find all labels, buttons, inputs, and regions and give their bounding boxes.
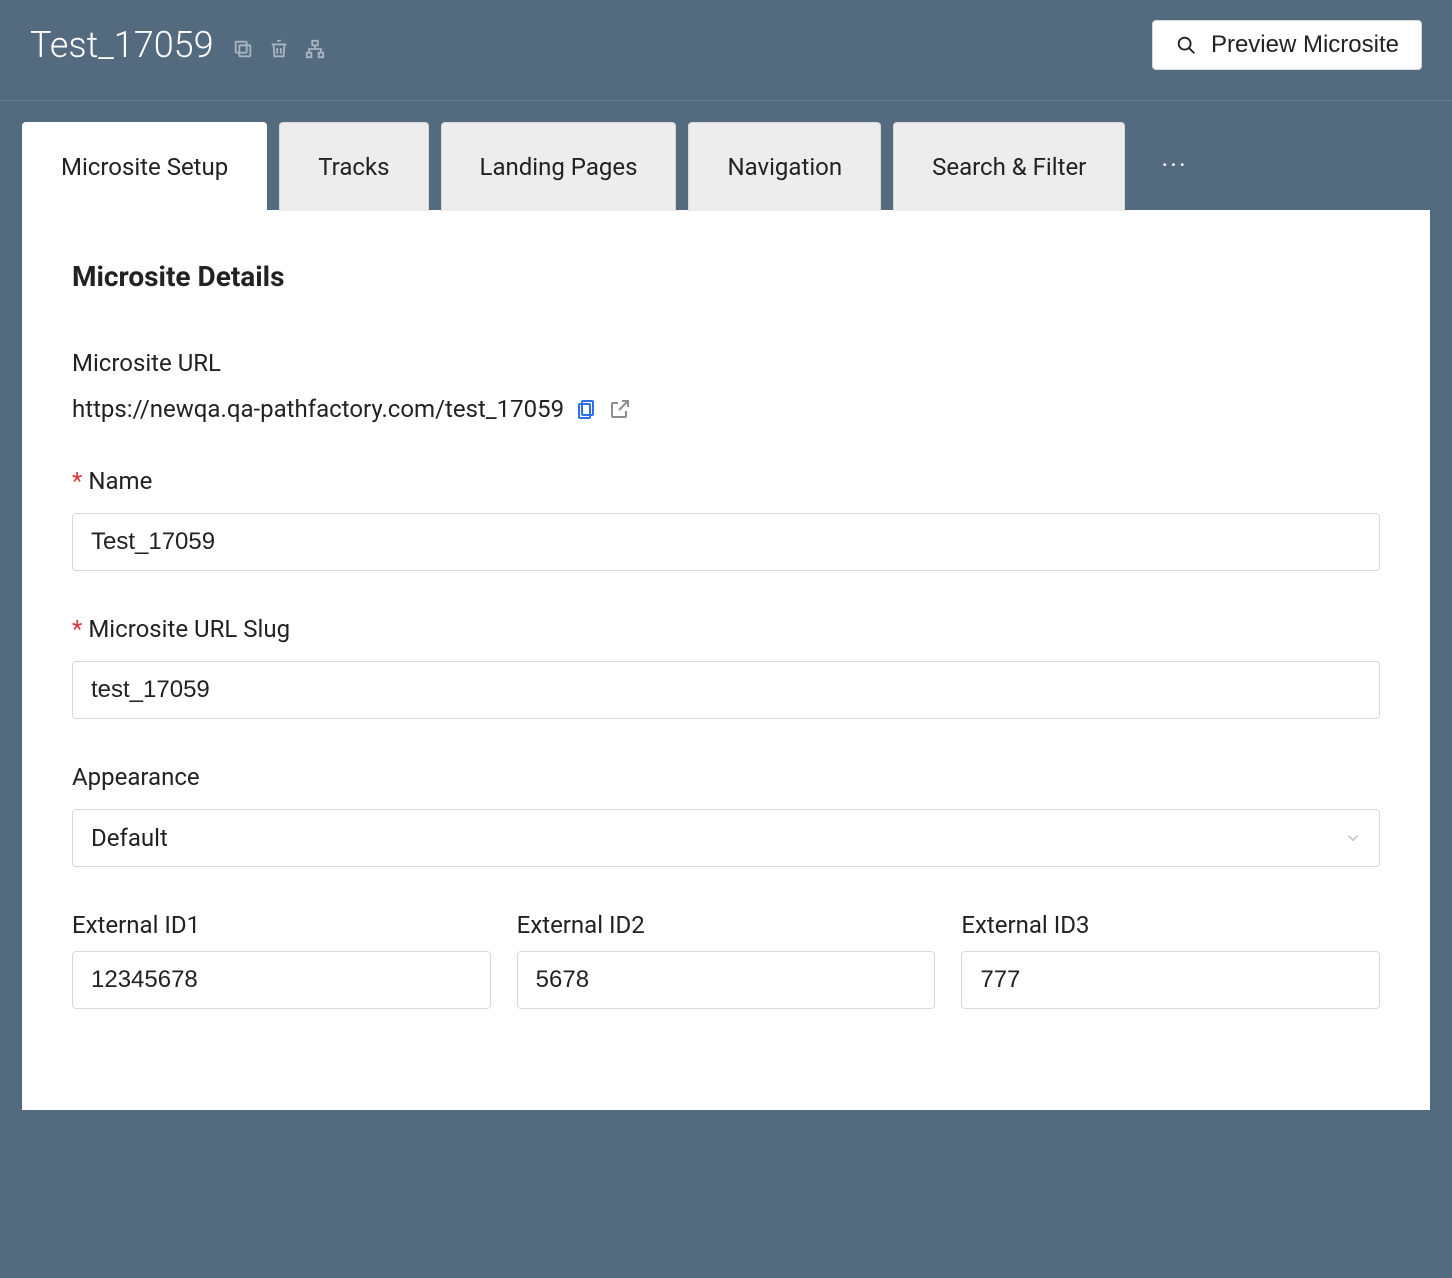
- name-label-text: Name: [88, 467, 152, 495]
- external-id1-label: External ID1: [72, 911, 491, 939]
- header-left: Test_17059: [30, 24, 326, 66]
- appearance-value: Default: [91, 824, 168, 852]
- microsite-url-value: https://newqa.qa-pathfactory.com/test_17…: [72, 395, 564, 423]
- page-title: Test_17059: [30, 24, 214, 66]
- tab-navigation[interactable]: Navigation: [688, 122, 881, 211]
- copy-url-icon[interactable]: [574, 397, 598, 421]
- slug-label-text: Microsite URL Slug: [88, 615, 290, 643]
- tab-landing-pages[interactable]: Landing Pages: [441, 122, 677, 211]
- slug-input[interactable]: [72, 661, 1380, 719]
- copy-icon[interactable]: [232, 38, 254, 60]
- tab-microsite-setup[interactable]: Microsite Setup: [22, 122, 267, 211]
- page-header: Test_17059 Preview Microsite: [0, 0, 1452, 101]
- external-id2-input[interactable]: [517, 951, 936, 1009]
- appearance-group: Appearance Default: [72, 763, 1380, 867]
- external-id3-input[interactable]: [961, 951, 1380, 1009]
- tab-tracks[interactable]: Tracks: [279, 122, 428, 211]
- name-label: *Name: [72, 467, 1380, 495]
- microsite-url-row: https://newqa.qa-pathfactory.com/test_17…: [72, 395, 1380, 423]
- tab-search-filter[interactable]: Search & Filter: [893, 122, 1125, 211]
- external-id3-label: External ID3: [961, 911, 1380, 939]
- tab-overflow-icon[interactable]: ···: [1137, 151, 1211, 181]
- section-title: Microsite Details: [72, 260, 1380, 293]
- appearance-select[interactable]: Default: [72, 809, 1380, 867]
- slug-label: *Microsite URL Slug: [72, 615, 1380, 643]
- external-id1-group: External ID1: [72, 911, 491, 1009]
- required-star: *: [72, 467, 82, 495]
- microsite-url-group: Microsite URL https://newqa.qa-pathfacto…: [72, 349, 1380, 423]
- required-star: *: [72, 615, 82, 643]
- external-id-row: External ID1 External ID2 External ID3: [72, 911, 1380, 1009]
- tab-label: Search & Filter: [932, 153, 1086, 181]
- preview-button-label: Preview Microsite: [1211, 31, 1399, 59]
- trash-icon[interactable]: [268, 38, 290, 60]
- external-id2-label: External ID2: [517, 911, 936, 939]
- sitemap-icon[interactable]: [304, 38, 326, 60]
- header-icon-group: [232, 38, 326, 60]
- appearance-label: Appearance: [72, 763, 1380, 791]
- tab-label: Landing Pages: [480, 153, 638, 181]
- microsite-url-label: Microsite URL: [72, 349, 1380, 377]
- content-panel: Microsite Details Microsite URL https://…: [22, 210, 1430, 1110]
- external-id3-group: External ID3: [961, 911, 1380, 1009]
- external-id2-group: External ID2: [517, 911, 936, 1009]
- name-input[interactable]: [72, 513, 1380, 571]
- external-id1-input[interactable]: [72, 951, 491, 1009]
- appearance-select-wrapper: Default: [72, 809, 1380, 867]
- tab-label: Navigation: [727, 153, 842, 181]
- open-url-icon[interactable]: [608, 397, 632, 421]
- name-group: *Name: [72, 467, 1380, 571]
- tab-label: Tracks: [318, 153, 389, 181]
- search-icon: [1175, 34, 1197, 56]
- preview-microsite-button[interactable]: Preview Microsite: [1152, 20, 1422, 70]
- tabs-row: Microsite Setup Tracks Landing Pages Nav…: [0, 101, 1452, 210]
- tab-label: Microsite Setup: [61, 153, 228, 181]
- slug-group: *Microsite URL Slug: [72, 615, 1380, 719]
